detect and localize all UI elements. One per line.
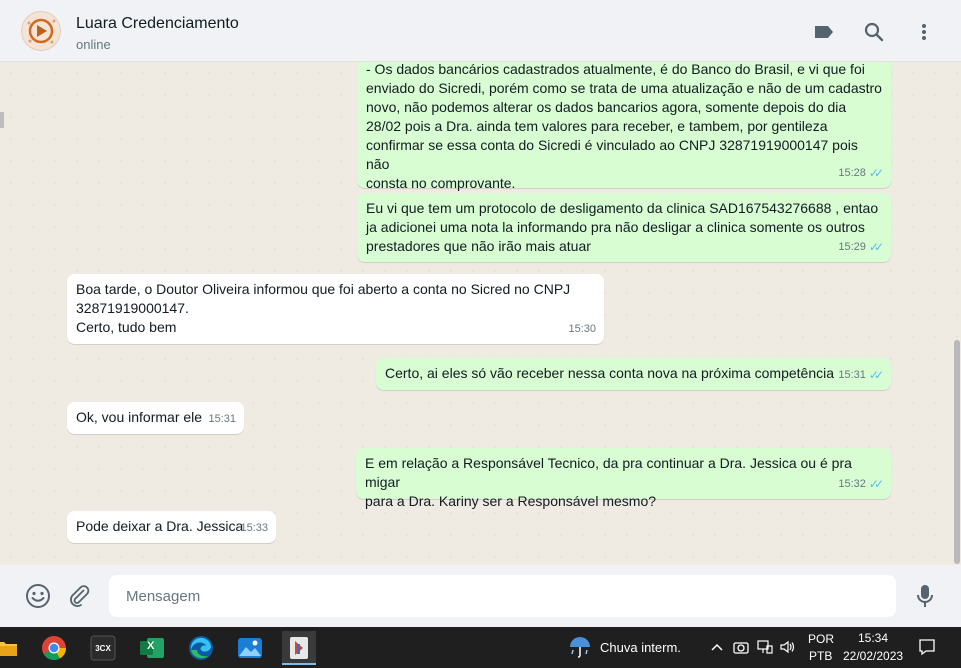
excel-label: X bbox=[147, 640, 155, 652]
clock-date[interactable]: 22/02/2023 bbox=[843, 649, 903, 663]
message-time: 15:32 bbox=[838, 478, 866, 490]
read-ticks-icon: ✓✓ bbox=[868, 477, 884, 491]
message-time: 15:31 bbox=[208, 413, 236, 425]
message-meta: 15:31 bbox=[208, 410, 236, 429]
chat-header: Luara Credenciamento online bbox=[0, 0, 961, 62]
message-input-box bbox=[109, 575, 896, 617]
message-time: 15:31 bbox=[838, 369, 866, 381]
language-line2[interactable]: PTB bbox=[809, 649, 832, 663]
message-meta: 15:30 bbox=[568, 320, 596, 339]
message-incoming[interactable]: Pode deixar a Dra. Jessica 15:33 bbox=[67, 511, 276, 543]
side-marker bbox=[0, 112, 4, 128]
menu-icon[interactable] bbox=[913, 21, 935, 43]
network-icon[interactable] bbox=[756, 638, 774, 656]
message-meta: 15:33 bbox=[240, 519, 268, 538]
attach-icon[interactable] bbox=[66, 583, 92, 609]
read-ticks-icon: ✓✓ bbox=[868, 368, 884, 382]
message-incoming[interactable]: Ok, vou informar ele 15:31 bbox=[67, 402, 244, 434]
3cx-label: 3CX bbox=[95, 643, 111, 653]
read-ticks-icon: ✓✓ bbox=[868, 240, 884, 254]
message-meta: 15:28 ✓✓ bbox=[838, 164, 884, 183]
read-ticks-icon: ✓✓ bbox=[868, 166, 884, 180]
message-meta: 15:32 ✓✓ bbox=[838, 475, 884, 494]
chat-scrollbar[interactable] bbox=[954, 340, 960, 564]
message-text: Certo, ai eles só vão receber nessa cont… bbox=[385, 365, 835, 381]
message-outgoing[interactable]: Eu vi que tem um protocolo de desligamen… bbox=[357, 193, 891, 262]
edge-icon[interactable] bbox=[184, 631, 218, 665]
message-text: E em relação a Responsável Tecnico, da p… bbox=[365, 455, 852, 509]
message-text: Boa tarde, o Doutor Oliveira informou qu… bbox=[76, 281, 571, 335]
chat-area[interactable]: - Os dados bancários cadastrados atualme… bbox=[0, 62, 961, 565]
camera-icon[interactable] bbox=[732, 638, 750, 656]
message-outgoing[interactable]: E em relação a Responsável Tecnico, da p… bbox=[356, 448, 891, 509]
chevron-up-icon[interactable] bbox=[708, 638, 726, 656]
volume-icon[interactable] bbox=[779, 638, 797, 656]
chrome-icon[interactable] bbox=[37, 631, 71, 665]
3cx-icon[interactable]: 3CX bbox=[86, 631, 120, 665]
message-outgoing[interactable]: Certo, ai eles só vão receber nessa cont… bbox=[376, 358, 891, 390]
microphone-icon[interactable] bbox=[912, 583, 938, 609]
file-explorer-icon[interactable] bbox=[0, 631, 24, 665]
message-time: 15:33 bbox=[240, 522, 268, 534]
label-icon[interactable] bbox=[813, 21, 835, 43]
message-text: Eu vi que tem um protocolo de desligamen… bbox=[366, 200, 879, 254]
weather-rain-icon[interactable] bbox=[568, 635, 592, 659]
message-composer bbox=[0, 565, 961, 627]
avatar[interactable] bbox=[21, 11, 61, 51]
contact-status: online bbox=[76, 37, 111, 52]
message-outgoing[interactable]: - Os dados bancários cadastrados atualme… bbox=[357, 62, 891, 191]
weather-text[interactable]: Chuva interm. bbox=[600, 640, 681, 655]
windows-taskbar: 3CX X Chuva interm. POR PTB 15:34 22/02/… bbox=[0, 627, 961, 668]
excel-icon[interactable]: X bbox=[135, 631, 169, 665]
clock-time[interactable]: 15:34 bbox=[858, 631, 888, 645]
message-text: Pode deixar a Dra. Jessica bbox=[76, 518, 244, 534]
contact-name[interactable]: Luara Credenciamento bbox=[76, 15, 239, 33]
active-app-icon[interactable] bbox=[282, 631, 316, 665]
message-incoming[interactable]: Boa tarde, o Doutor Oliveira informou qu… bbox=[67, 274, 604, 344]
message-time: 15:29 bbox=[838, 241, 866, 253]
language-line1[interactable]: POR bbox=[808, 632, 834, 646]
photos-icon[interactable] bbox=[233, 631, 267, 665]
message-time: 15:30 bbox=[568, 323, 596, 335]
message-meta: 15:29 ✓✓ bbox=[838, 238, 884, 257]
message-time: 15:28 bbox=[838, 167, 866, 179]
emoji-icon[interactable] bbox=[25, 583, 51, 609]
message-input[interactable] bbox=[109, 575, 896, 617]
message-meta: 15:31 ✓✓ bbox=[838, 366, 884, 385]
message-text: - Os dados bancários cadastrados atualme… bbox=[366, 62, 882, 191]
notification-icon[interactable] bbox=[917, 637, 937, 657]
search-icon[interactable] bbox=[863, 21, 885, 43]
